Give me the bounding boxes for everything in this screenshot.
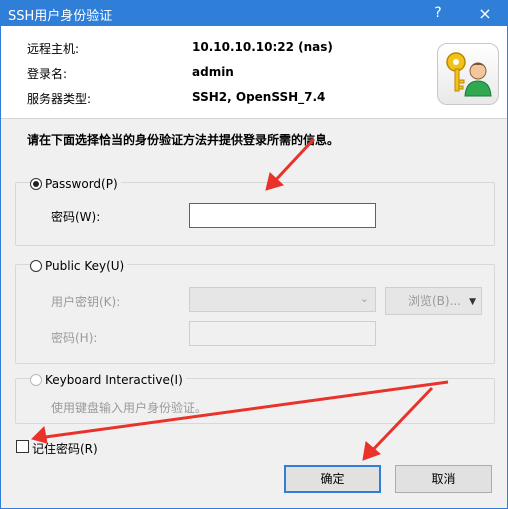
annotation-arrows xyxy=(31,137,449,461)
annotation-arrow-remember xyxy=(31,380,449,444)
annotation-arrow-ok xyxy=(362,386,434,461)
annotation-arrow-password xyxy=(265,137,316,191)
